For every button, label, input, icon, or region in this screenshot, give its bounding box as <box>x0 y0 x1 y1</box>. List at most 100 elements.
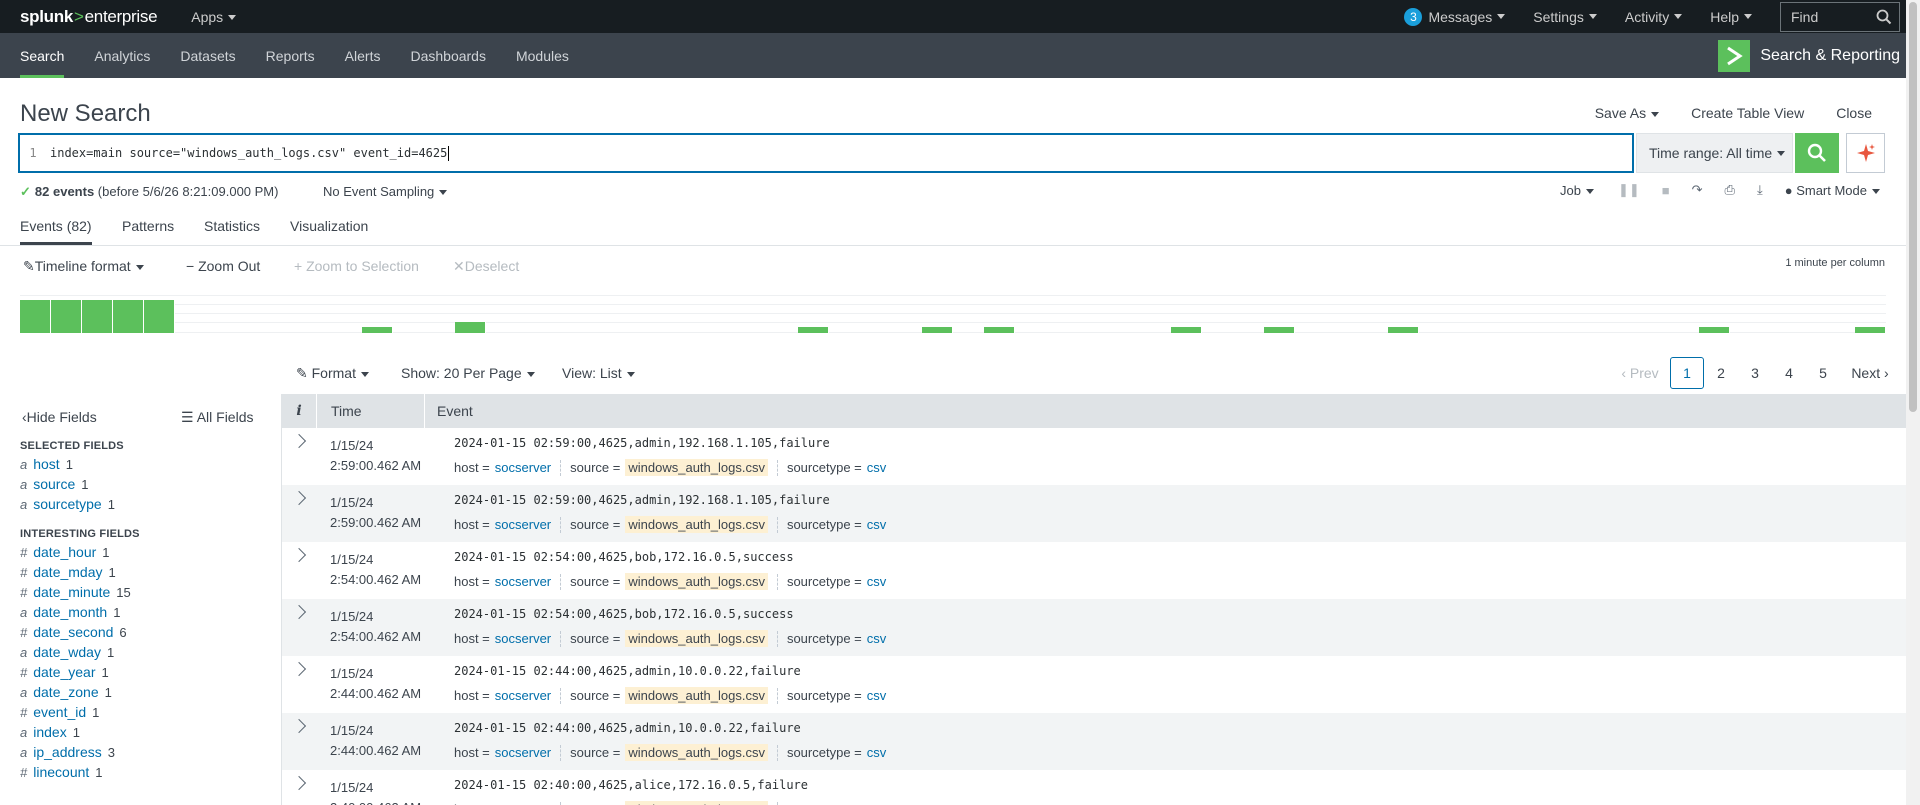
nav-tab-analytics[interactable]: Analytics <box>94 33 150 78</box>
event-raw[interactable]: 2024-01-15 02:59:00,4625,admin,192.168.1… <box>454 436 830 450</box>
nav-tab-modules[interactable]: Modules <box>516 33 569 78</box>
field-name[interactable]: date_year <box>33 664 95 680</box>
stop-icon[interactable]: ■ <box>1662 183 1670 198</box>
timeline-bar[interactable] <box>1170 327 1202 333</box>
all-fields-button[interactable]: ☰ All Fields <box>181 409 253 426</box>
sourcetype-value[interactable]: csv <box>867 460 887 475</box>
hide-fields-button[interactable]: ‹Hide Fields <box>22 409 97 425</box>
field-name[interactable]: linecount <box>33 764 89 780</box>
search-mode-menu[interactable]: ● Smart Mode <box>1785 183 1880 198</box>
event-raw[interactable]: 2024-01-15 02:40:00,4625,alice,172.16.0.… <box>454 778 808 792</box>
settings-menu[interactable]: Settings <box>1533 9 1597 25</box>
host-value[interactable]: socserver <box>495 688 551 703</box>
sourcetype-value[interactable]: csv <box>867 517 887 532</box>
view-menu[interactable]: View: List <box>562 365 635 381</box>
timeline-bar[interactable] <box>362 327 394 333</box>
host-value[interactable]: socserver <box>495 574 551 589</box>
messages-menu[interactable]: 3 Messages <box>1404 7 1506 26</box>
timeline-bar[interactable] <box>1388 327 1420 333</box>
nav-tab-datasets[interactable]: Datasets <box>180 33 235 78</box>
field-item[interactable]: a host 1 <box>20 454 281 474</box>
search-button[interactable] <box>1795 133 1839 173</box>
nav-tab-alerts[interactable]: Alerts <box>345 33 381 78</box>
timeline-bar[interactable] <box>20 300 52 333</box>
scrollbar-thumb[interactable] <box>1909 2 1917 412</box>
nav-tab-dashboards[interactable]: Dashboards <box>410 33 486 78</box>
page-button-4[interactable]: 4 <box>1772 357 1806 389</box>
chevron-right-icon[interactable] <box>291 547 307 563</box>
field-name[interactable]: host <box>33 456 59 472</box>
find-input[interactable]: Find <box>1780 1 1900 32</box>
save-as-button[interactable]: Save As <box>1595 105 1660 121</box>
timeline-bar[interactable] <box>921 327 953 333</box>
field-name[interactable]: date_month <box>33 604 107 620</box>
create-table-view-button[interactable]: Create Table View <box>1691 105 1804 121</box>
source-value[interactable]: windows_auth_logs.csv <box>625 516 768 533</box>
deselect-button[interactable]: ✕Deselect <box>453 258 519 275</box>
field-item[interactable]: # date_mday 1 <box>20 562 281 582</box>
apps-menu[interactable]: Apps <box>191 9 237 25</box>
timeline-bar[interactable] <box>82 300 114 333</box>
timeline-bar[interactable] <box>455 322 487 333</box>
field-name[interactable]: index <box>33 724 66 740</box>
activity-menu[interactable]: Activity <box>1625 9 1683 25</box>
chevron-right-icon[interactable] <box>291 718 307 734</box>
sourcetype-value[interactable]: csv <box>867 688 887 703</box>
page-button-3[interactable]: 3 <box>1738 357 1772 389</box>
share-icon[interactable]: ↷ <box>1692 182 1703 198</box>
field-name[interactable]: date_zone <box>33 684 98 700</box>
app-name[interactable]: Search & Reporting <box>1718 40 1900 72</box>
page-scrollbar[interactable] <box>1906 0 1920 805</box>
field-name[interactable]: date_hour <box>33 544 96 560</box>
sourcetype-value[interactable]: csv <box>867 631 887 646</box>
source-value[interactable]: windows_auth_logs.csv <box>625 744 768 761</box>
field-name[interactable]: source <box>33 476 75 492</box>
tab-statistics[interactable]: Statistics <box>204 218 260 242</box>
event-raw[interactable]: 2024-01-15 02:54:00,4625,bob,172.16.0.5,… <box>454 607 794 621</box>
timeline-format-menu[interactable]: ✎Timeline format <box>23 258 144 275</box>
field-item[interactable]: a index 1 <box>20 722 281 742</box>
field-name[interactable]: date_second <box>33 624 113 640</box>
source-value[interactable]: windows_auth_logs.csv <box>625 573 768 590</box>
search-input[interactable]: 1 index=main source="windows_auth_logs.c… <box>18 133 1634 173</box>
time-range-picker[interactable]: Time range: All time <box>1636 133 1793 173</box>
timeline-bar[interactable] <box>1854 327 1886 333</box>
nav-tab-search[interactable]: Search <box>20 33 65 78</box>
field-name[interactable]: sourcetype <box>33 496 101 512</box>
sourcetype-value[interactable]: csv <box>867 574 887 589</box>
timeline-bar[interactable] <box>797 327 829 333</box>
tab-events[interactable]: Events (82) <box>20 218 92 245</box>
chevron-right-icon[interactable] <box>291 604 307 620</box>
field-item[interactable]: a date_zone 1 <box>20 682 281 702</box>
job-menu[interactable]: Job <box>1560 183 1594 198</box>
page-button-2[interactable]: 2 <box>1704 357 1738 389</box>
timeline-bar[interactable] <box>51 300 83 333</box>
timeline-bar[interactable] <box>1264 327 1296 333</box>
zoom-out-button[interactable]: − Zoom Out <box>186 258 260 274</box>
page-button-5[interactable]: 5 <box>1806 357 1840 389</box>
export-icon[interactable]: ⤓ <box>1757 182 1763 198</box>
field-item[interactable]: a ip_address 3 <box>20 742 281 762</box>
source-value[interactable]: windows_auth_logs.csv <box>625 630 768 647</box>
field-item[interactable]: # event_id 1 <box>20 702 281 722</box>
field-item[interactable]: # date_hour 1 <box>20 542 281 562</box>
field-item[interactable]: a date_wday 1 <box>20 642 281 662</box>
help-menu[interactable]: Help <box>1710 9 1752 25</box>
field-item[interactable]: a date_month 1 <box>20 602 281 622</box>
field-name[interactable]: ip_address <box>33 744 102 760</box>
per-page-menu[interactable]: Show: 20 Per Page <box>401 365 535 381</box>
sourcetype-value[interactable]: csv <box>867 745 887 760</box>
field-name[interactable]: date_minute <box>33 584 110 600</box>
next-page-button[interactable]: Next › <box>1840 357 1900 389</box>
host-value[interactable]: socserver <box>495 745 551 760</box>
field-item[interactable]: # linecount 1 <box>20 762 281 782</box>
tab-patterns[interactable]: Patterns <box>122 218 174 242</box>
event-sampling-dropdown[interactable]: No Event Sampling <box>323 184 448 199</box>
source-value[interactable]: windows_auth_logs.csv <box>625 801 768 805</box>
host-value[interactable]: socserver <box>495 517 551 532</box>
format-menu[interactable]: ✎ Format <box>296 365 369 382</box>
field-item[interactable]: # date_year 1 <box>20 662 281 682</box>
host-value[interactable]: socserver <box>495 631 551 646</box>
host-value[interactable]: socserver <box>495 460 551 475</box>
source-value[interactable]: windows_auth_logs.csv <box>625 459 768 476</box>
